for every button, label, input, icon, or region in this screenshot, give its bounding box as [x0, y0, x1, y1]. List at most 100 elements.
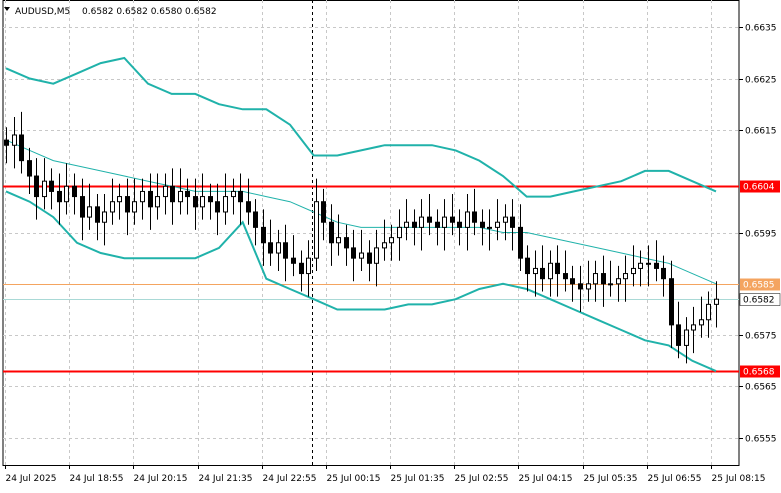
- candle[interactable]: [367, 240, 372, 282]
- candle-body: [503, 216, 508, 223]
- candle-body: [4, 139, 9, 146]
- candle[interactable]: [382, 219, 387, 261]
- candle[interactable]: [616, 265, 621, 302]
- candle[interactable]: [457, 209, 462, 246]
- candle[interactable]: [19, 111, 24, 174]
- candle[interactable]: [404, 199, 409, 241]
- candle[interactable]: [185, 178, 190, 215]
- candle[interactable]: [669, 260, 674, 348]
- candle[interactable]: [608, 260, 613, 297]
- candle[interactable]: [200, 173, 205, 220]
- y-tick-label: 0.6575: [745, 332, 777, 342]
- candle[interactable]: [321, 188, 326, 241]
- candle[interactable]: [178, 168, 183, 215]
- candle[interactable]: [12, 117, 17, 169]
- candle[interactable]: [555, 245, 560, 297]
- candle[interactable]: [518, 204, 523, 271]
- candle[interactable]: [223, 173, 228, 225]
- candle-body: [148, 190, 153, 208]
- candle[interactable]: [578, 265, 583, 313]
- candle[interactable]: [450, 194, 455, 236]
- candle[interactable]: [586, 260, 591, 302]
- chart-canvas[interactable]: 0.6635 0.6625 0.6615 0.6595 0.6575 0.6565 0.65…: [0, 0, 781, 489]
- x-tick-label: 25 Jul 04:15: [519, 474, 573, 484]
- candle[interactable]: [253, 199, 258, 246]
- candle-body: [495, 221, 500, 228]
- candle[interactable]: [336, 214, 341, 256]
- candle[interactable]: [95, 194, 100, 241]
- candle[interactable]: [442, 199, 447, 251]
- candle[interactable]: [593, 260, 598, 302]
- candle[interactable]: [563, 250, 568, 292]
- candle[interactable]: [238, 173, 243, 225]
- candle[interactable]: [329, 204, 334, 266]
- candle[interactable]: [344, 224, 349, 266]
- candle[interactable]: [631, 245, 636, 287]
- candle[interactable]: [691, 306, 696, 354]
- triangle-down-icon[interactable]: [4, 7, 10, 11]
- candle[interactable]: [314, 178, 319, 271]
- candle-body: [19, 134, 24, 162]
- candle[interactable]: [268, 219, 273, 266]
- candle[interactable]: [64, 163, 69, 215]
- y-tick-label: 0.6635: [745, 24, 777, 34]
- candle-body: [57, 190, 62, 203]
- candle-body: [132, 201, 137, 213]
- candle[interactable]: [102, 194, 107, 246]
- candle[interactable]: [699, 296, 704, 338]
- candle[interactable]: [374, 229, 379, 287]
- candle[interactable]: [163, 173, 168, 215]
- candle-body: [374, 247, 379, 264]
- candle[interactable]: [155, 173, 160, 220]
- candle[interactable]: [570, 265, 575, 302]
- candle[interactable]: [299, 250, 304, 292]
- candle[interactable]: [351, 229, 356, 282]
- candle[interactable]: [72, 173, 77, 215]
- candle[interactable]: [291, 235, 296, 277]
- candle[interactable]: [548, 250, 553, 297]
- candle-body: [336, 237, 341, 244]
- candle[interactable]: [42, 158, 47, 210]
- candle[interactable]: [170, 168, 175, 225]
- candle-body: [291, 257, 296, 264]
- price-chart[interactable]: 0.6635 0.6625 0.6615 0.6595 0.6575 0.6565 0.65…: [0, 0, 781, 489]
- candle[interactable]: [435, 209, 440, 246]
- candle[interactable]: [57, 173, 62, 225]
- candle-body: [49, 180, 54, 192]
- candle[interactable]: [419, 199, 424, 251]
- candle[interactable]: [503, 204, 508, 241]
- candle[interactable]: [427, 194, 432, 236]
- candle-body: [321, 201, 326, 223]
- candle[interactable]: [495, 199, 500, 241]
- candle[interactable]: [714, 281, 719, 328]
- candle[interactable]: [623, 255, 628, 302]
- candle-body: [480, 221, 485, 228]
- candle-body: [125, 196, 130, 213]
- candle[interactable]: [359, 229, 364, 271]
- candle[interactable]: [533, 250, 538, 297]
- candle[interactable]: [706, 291, 711, 338]
- candle[interactable]: [412, 209, 417, 246]
- time-axis: 24 Jul 2025 24 Jul 18:55 24 Jul 20:15 24 Ju…: [5, 465, 765, 484]
- candle-body: [525, 257, 530, 275]
- candle[interactable]: [465, 194, 470, 251]
- candle[interactable]: [397, 209, 402, 261]
- candle[interactable]: [306, 240, 311, 297]
- candle[interactable]: [87, 183, 92, 230]
- candle[interactable]: [472, 188, 477, 236]
- candle[interactable]: [480, 209, 485, 246]
- symbol-timeframe: AUDUSD,M5: [15, 7, 70, 17]
- candle[interactable]: [117, 183, 122, 220]
- candle[interactable]: [80, 178, 85, 241]
- candle[interactable]: [49, 168, 54, 210]
- candle[interactable]: [231, 178, 236, 215]
- candle[interactable]: [510, 199, 515, 251]
- candle-body: [570, 278, 575, 285]
- candle[interactable]: [140, 178, 145, 220]
- candle[interactable]: [276, 229, 281, 271]
- candle-body: [601, 273, 606, 285]
- candle[interactable]: [34, 158, 39, 220]
- candle[interactable]: [208, 183, 213, 220]
- candle-body: [170, 185, 175, 203]
- candle[interactable]: [638, 250, 643, 287]
